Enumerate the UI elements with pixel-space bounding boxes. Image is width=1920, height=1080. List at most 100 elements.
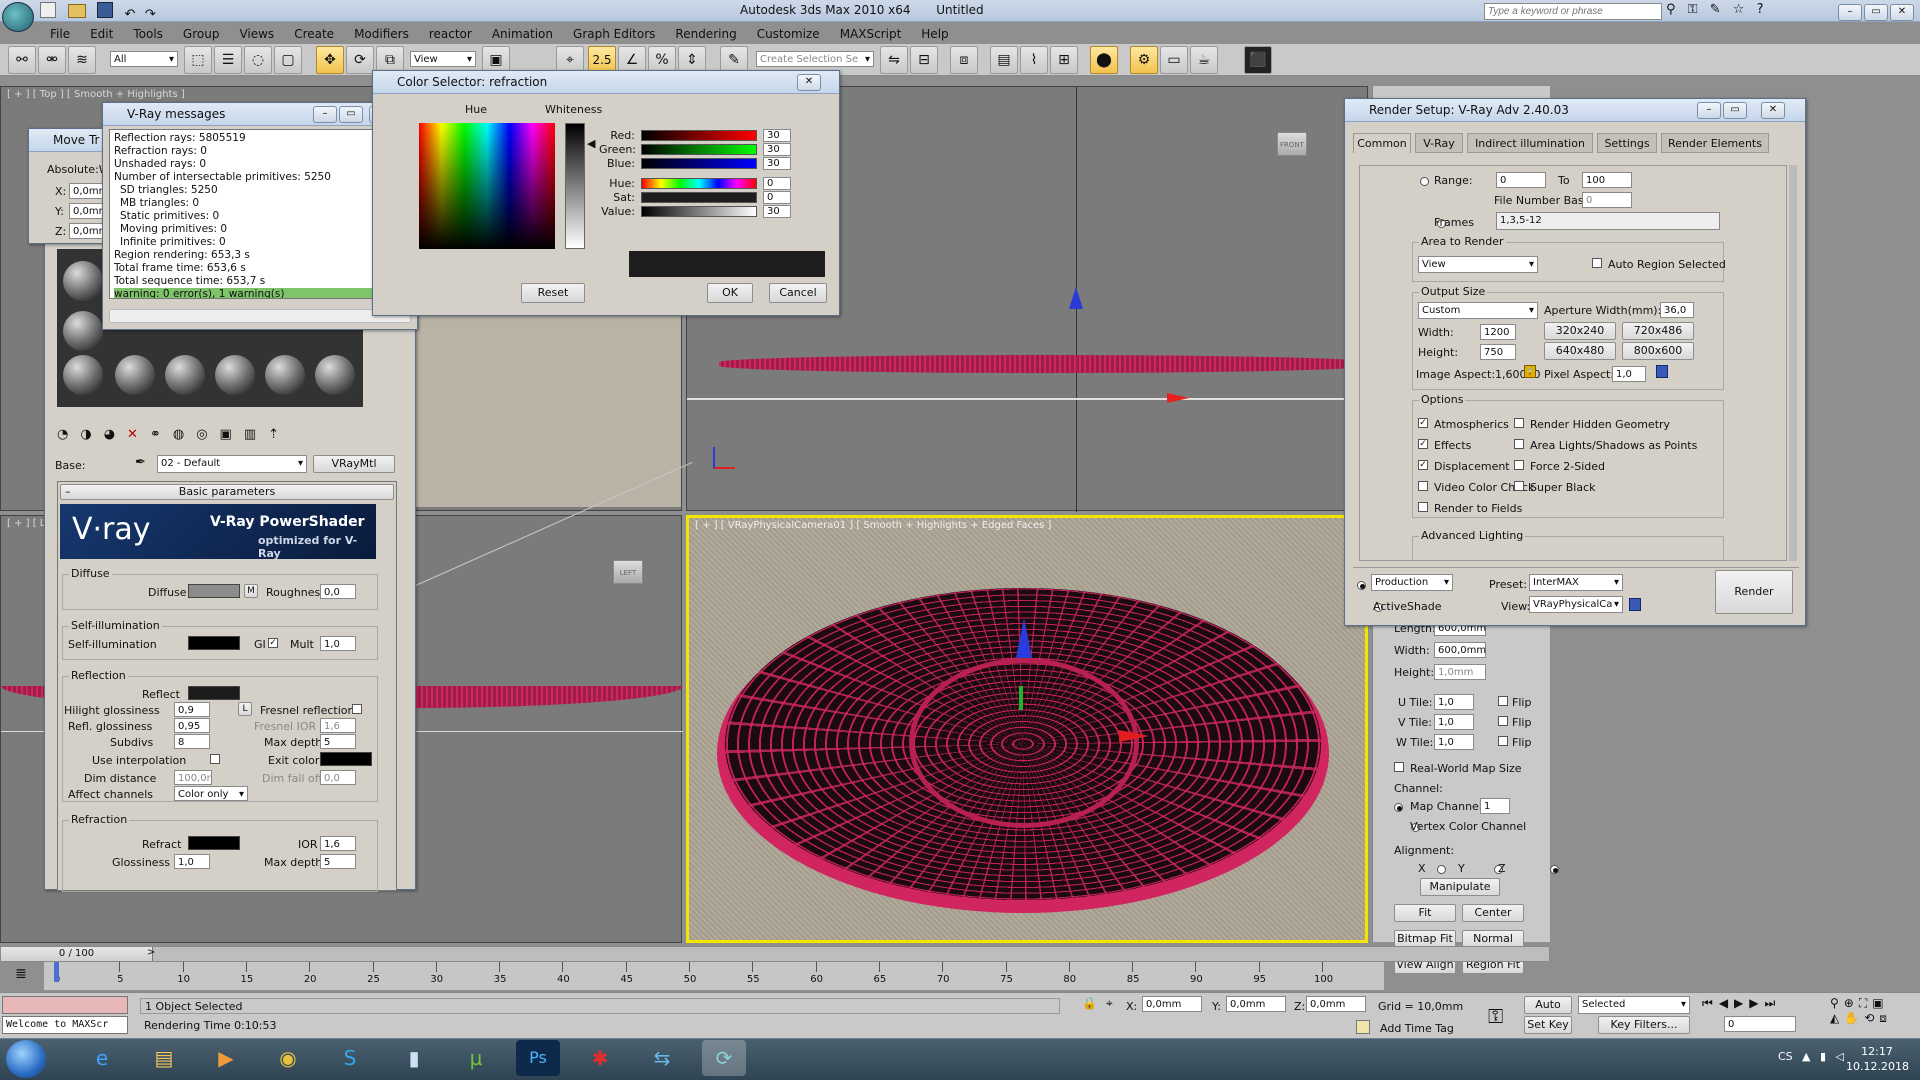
whiteness-bar[interactable] xyxy=(565,123,585,249)
view-lock-icon[interactable] xyxy=(1629,598,1641,611)
time-slider-thumb[interactable]: 0 / 100 xyxy=(1,947,153,961)
set-key-button[interactable]: Set Key xyxy=(1524,1016,1572,1034)
selection-filter-dropdown[interactable]: All ▾ xyxy=(110,51,178,67)
key-filters-button[interactable]: Key Filters... xyxy=(1598,1016,1690,1034)
menu-item[interactable]: MAXScript xyxy=(830,24,912,44)
preset-800x600[interactable]: 800x600 xyxy=(1622,342,1694,360)
wtile-field[interactable]: 1,0 xyxy=(1434,734,1474,750)
vtile-field[interactable]: 1,0 xyxy=(1434,714,1474,730)
option-checkbox[interactable] xyxy=(1514,481,1524,491)
selfillum-swatch[interactable] xyxy=(188,636,240,650)
fresnel-ior-field[interactable]: 1,6 xyxy=(320,718,356,733)
sample-slot[interactable] xyxy=(63,261,103,301)
production-radio[interactable] xyxy=(1357,580,1366,590)
material-name-field[interactable]: 02 - Default ▾ xyxy=(157,455,307,473)
subdivs-field[interactable]: 8 xyxy=(174,734,210,749)
pixel-aspect-field[interactable]: 1,0 xyxy=(1612,366,1646,382)
add-time-tag[interactable]: Add Time Tag xyxy=(1380,1022,1454,1035)
height-field[interactable]: 750 xyxy=(1480,344,1516,360)
select-by-name-icon[interactable]: ☰ xyxy=(214,46,242,74)
preset-720x486[interactable]: 720x486 xyxy=(1622,322,1694,340)
preset-dropdown[interactable]: InterMAX ▾ xyxy=(1529,574,1623,591)
menu-item[interactable]: Graph Editors xyxy=(563,24,665,44)
zoom-extents-all-icon[interactable]: ▣ xyxy=(1872,996,1888,1010)
color-row-slider[interactable] xyxy=(641,130,757,141)
select-object-icon[interactable]: ⬚ xyxy=(184,46,212,74)
roughness-field[interactable]: 0,0 xyxy=(320,584,356,599)
render-setup-title[interactable]: Render Setup: V-Ray Adv 2.40.03 – ▭ ✕ xyxy=(1345,99,1805,122)
teamviewer-icon[interactable]: ⇆ xyxy=(640,1040,684,1076)
render-setup-minimize[interactable]: – xyxy=(1697,102,1721,119)
affect-dropdown[interactable]: Color only ▾ xyxy=(174,786,248,801)
render-setup-maximize[interactable]: ▭ xyxy=(1723,102,1747,119)
taskbar-clock[interactable]: 12:17 10.12.2018 xyxy=(1846,1044,1909,1074)
production-dropdown[interactable]: Production ▾ xyxy=(1371,574,1453,591)
open-file-icon[interactable] xyxy=(67,4,86,18)
redo-icon[interactable]: ↷ xyxy=(145,7,156,22)
schematic-view-icon[interactable]: ⊞ xyxy=(1050,46,1078,74)
maxscript-listener[interactable] xyxy=(2,996,128,1014)
color-row-slider[interactable] xyxy=(641,144,757,155)
menu-item[interactable]: Group xyxy=(173,24,230,44)
key-filter-dropdown[interactable]: Selected ▾ xyxy=(1578,996,1690,1014)
option-checkbox[interactable] xyxy=(1514,418,1524,428)
dim-falloff-field[interactable]: 0,0 xyxy=(320,770,356,785)
viewport-label-left[interactable]: [ + ] [ L xyxy=(7,518,45,529)
viewport-label-camera[interactable]: [ + ] [ VRayPhysicalCamera01 ] [ Smooth … xyxy=(695,520,1051,531)
favorites-icon[interactable]: ☆ xyxy=(1733,2,1745,17)
vray-messages-maximize[interactable]: ▭ xyxy=(339,106,363,123)
sample-slot[interactable] xyxy=(265,355,305,395)
fresnel-checkbox[interactable] xyxy=(352,704,362,714)
tray-network-icon[interactable]: ▮ xyxy=(1820,1050,1826,1063)
delete-material-icon[interactable]: ✕ xyxy=(127,427,150,442)
reference-coordinate-dropdown[interactable]: View ▾ xyxy=(410,51,476,67)
make-unique-icon[interactable]: ⚭ xyxy=(150,427,173,442)
menu-item[interactable]: Edit xyxy=(80,24,123,44)
hilight-lock-button[interactable]: L xyxy=(238,702,252,716)
area-dropdown[interactable]: View ▾ xyxy=(1418,256,1538,273)
put-to-scene-icon[interactable]: ◑ xyxy=(80,427,103,442)
binoculars-icon[interactable]: ⚲ xyxy=(1666,2,1676,17)
maxscript-output[interactable]: Welcome to MAXScr xyxy=(2,1016,128,1034)
render-tab[interactable]: Indirect illumination xyxy=(1467,133,1593,153)
help-icon[interactable]: ? xyxy=(1757,2,1764,17)
diffuse-map-button[interactable]: M xyxy=(244,584,258,598)
glossiness-field[interactable]: 1,0 xyxy=(174,854,210,869)
go-parent-icon[interactable]: ⇡ xyxy=(268,427,291,442)
go-to-start-icon[interactable]: ⏮ xyxy=(1702,996,1719,1010)
map-channel-radio[interactable] xyxy=(1394,802,1403,812)
color-row-value[interactable]: 0 xyxy=(763,191,791,204)
color-row-slider[interactable] xyxy=(641,206,757,217)
color-row-value[interactable]: 30 xyxy=(763,157,791,170)
option-checkbox[interactable] xyxy=(1418,502,1428,512)
sample-slot[interactable] xyxy=(63,311,103,351)
auto-region-checkbox[interactable] xyxy=(1592,258,1602,268)
refl-gloss-field[interactable]: 0,95 xyxy=(174,718,210,733)
maximize-button[interactable]: ▭ xyxy=(1864,4,1888,21)
map-channel-field[interactable]: 1 xyxy=(1480,798,1510,814)
sample-slot[interactable] xyxy=(115,355,155,395)
align-icon[interactable]: ⊟ xyxy=(910,46,938,74)
zoom-extents-icon[interactable]: ⛶ xyxy=(1859,996,1872,1010)
dim-distance-field[interactable]: 100,0n xyxy=(174,770,213,785)
minimize-button[interactable]: – xyxy=(1838,4,1862,21)
layer-manager-icon[interactable]: ⧈ xyxy=(950,46,978,74)
material-id-icon[interactable]: ◎ xyxy=(196,427,219,442)
selection-lock-icon[interactable]: 🔒 xyxy=(1082,996,1097,1010)
material-type-button[interactable]: VRayMtl xyxy=(313,455,395,473)
utile-field[interactable]: 1,0 xyxy=(1434,694,1474,710)
coord-z-field[interactable]: 0,0mm xyxy=(1306,996,1366,1012)
menu-item[interactable]: Modifiers xyxy=(344,24,419,44)
eyedropper-icon[interactable]: ✒ xyxy=(135,455,146,470)
refr-max-depth-field[interactable]: 5 xyxy=(320,854,356,869)
sample-slot[interactable] xyxy=(215,355,255,395)
center-button[interactable]: Center xyxy=(1462,904,1524,922)
aperture-field[interactable]: 36,0 xyxy=(1660,302,1694,318)
named-selection-dropdown[interactable]: Create Selection Se ▾ xyxy=(756,51,874,67)
absolute-mode-icon[interactable]: ⌖ xyxy=(1106,996,1113,1011)
fit-button[interactable]: Fit xyxy=(1394,904,1456,922)
show-map-icon[interactable]: ▣ xyxy=(220,427,244,442)
diffuse-swatch[interactable] xyxy=(188,584,240,598)
internet-explorer-icon[interactable]: e xyxy=(80,1040,124,1076)
mirror-icon[interactable]: ⇋ xyxy=(880,46,908,74)
